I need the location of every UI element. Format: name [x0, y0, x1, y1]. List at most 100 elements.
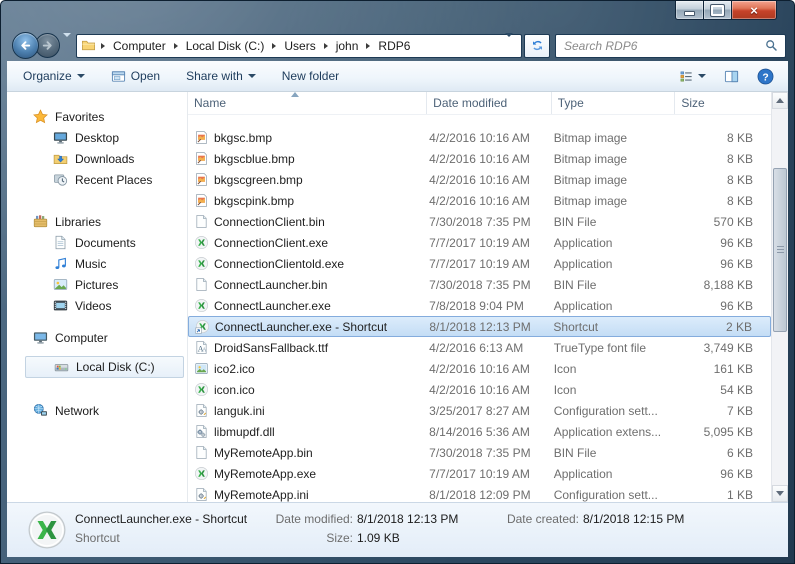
refresh-button[interactable] [524, 34, 550, 58]
back-button[interactable] [12, 32, 39, 59]
shortcut-file-icon [195, 319, 210, 334]
file-name: MyRemoteApp.bin [214, 446, 313, 460]
file-row[interactable]: libmupdf.dll8/14/2016 5:36 AMApplication… [188, 421, 771, 442]
config-file-icon [194, 487, 209, 502]
breadcrumb-item-rdp6[interactable]: RDP6 [375, 37, 413, 55]
sidebar-item-local-disk-c[interactable]: Local Disk (C:) [25, 356, 184, 378]
file-size: 5,095 KB [675, 425, 771, 439]
file-row[interactable]: ConnectLauncher.bin7/30/2018 7:35 PMBIN … [188, 274, 771, 295]
scroll-up-button[interactable] [772, 92, 788, 109]
file-row[interactable]: ConnectionClientold.exe7/7/2017 10:19 AM… [188, 253, 771, 274]
address-dropdown[interactable] [501, 37, 517, 55]
window-content: Organize Open Share with New folder [7, 61, 788, 557]
breadcrumb-item-local-disk-c[interactable]: Local Disk (C:) [183, 37, 268, 55]
preview-pane-button[interactable] [722, 65, 741, 88]
sidebar-item-computer[interactable]: Computer [7, 327, 187, 348]
file-name-cell: ico2.ico [188, 361, 427, 376]
scroll-down-button[interactable] [772, 485, 788, 502]
file-size: 8,188 KB [675, 278, 771, 292]
dll-file-icon [194, 424, 209, 439]
file-row[interactable]: bkgscgreen.bmp4/2/2016 10:16 AMBitmap im… [188, 169, 771, 190]
sidebar-item-network[interactable]: Network [7, 400, 187, 421]
sidebar-item-downloads[interactable]: Downloads [7, 148, 187, 169]
search-input[interactable] [562, 38, 764, 54]
file-row[interactable]: bkgsc.bmp4/2/2016 10:16 AMBitmap image8 … [188, 127, 771, 148]
sidebar-item-videos[interactable]: Videos [7, 295, 187, 316]
new-folder-button[interactable]: New folder [274, 65, 347, 87]
file-size: 2 KB [675, 320, 770, 334]
file-row[interactable]: languk.ini3/25/2017 8:27 AMConfiguration… [188, 400, 771, 421]
sidebar-item-music[interactable]: Music [7, 253, 187, 274]
breadcrumb-item-computer[interactable]: Computer [110, 37, 169, 55]
file-list: Name Date modified Type Size bkgsc.bmp4/… [188, 92, 788, 502]
file-row[interactable]: ico2.ico4/2/2016 10:16 AMIcon161 KB [188, 358, 771, 379]
bin-file-icon [194, 445, 209, 460]
file-name-cell: ConnectLauncher.exe - Shortcut [189, 319, 427, 334]
sidebar-item-pictures[interactable]: Pictures [7, 274, 187, 295]
file-name: ico2.ico [214, 362, 255, 376]
column-header-name[interactable]: Name [188, 92, 427, 114]
column-header-size[interactable]: Size [675, 92, 771, 114]
sidebar-item-recent-places[interactable]: Recent Places [7, 169, 187, 190]
file-row[interactable]: ConnectLauncher.exe7/8/2018 9:04 PMAppli… [188, 295, 771, 316]
file-size: 96 KB [675, 467, 771, 481]
bitmap-file-icon [194, 130, 209, 145]
sidebar-item-label: Desktop [75, 131, 119, 145]
chevron-down-icon [505, 33, 513, 54]
sidebar-item-favorites[interactable]: Favorites [7, 106, 187, 127]
column-headers: Name Date modified Type Size [188, 92, 771, 115]
address-bar[interactable]: Computer Local Disk (C:) Users john RDP6 [76, 34, 522, 58]
downloads-icon [53, 151, 68, 166]
sidebar-item-documents[interactable]: Documents [7, 232, 187, 253]
column-header-type[interactable]: Type [552, 92, 676, 114]
breadcrumb-item-users[interactable]: Users [281, 37, 318, 55]
ico-file-icon [194, 361, 209, 376]
sidebar-item-libraries[interactable]: Libraries [7, 211, 187, 232]
file-row[interactable]: bkgscpink.bmp4/2/2016 10:16 AMBitmap ima… [188, 190, 771, 211]
file-row[interactable]: MyRemoteApp.ini8/1/2018 12:09 PMConfigur… [188, 484, 771, 502]
open-button[interactable]: Open [103, 65, 168, 88]
chevron-down-icon [698, 74, 706, 78]
recent-places-icon [53, 172, 68, 187]
command-toolbar: Organize Open Share with New folder [7, 61, 788, 92]
vertical-scrollbar[interactable] [771, 92, 788, 502]
column-header-date-modified[interactable]: Date modified [427, 92, 552, 114]
file-row[interactable]: MyRemoteApp.exe7/7/2017 10:19 AMApplicat… [188, 463, 771, 484]
close-button[interactable]: × [732, 1, 777, 20]
open-icon [111, 69, 126, 84]
file-name: ConnectionClient.exe [214, 236, 328, 250]
share-with-button[interactable]: Share with [178, 65, 264, 87]
file-row[interactable]: MyRemoteApp.bin7/30/2018 7:35 PMBIN File… [188, 442, 771, 463]
file-row[interactable]: icon.ico4/2/2016 10:16 AMIcon54 KB [188, 379, 771, 400]
file-name-cell: libmupdf.dll [188, 424, 427, 439]
file-type: Bitmap image [552, 194, 676, 208]
scrollbar-thumb[interactable] [773, 168, 787, 332]
file-name-cell: ConnectionClient.bin [188, 214, 427, 229]
breadcrumb-item-john[interactable]: john [333, 37, 362, 55]
file-row[interactable]: ConnectionClient.bin7/30/2018 7:35 PMBIN… [188, 211, 771, 232]
file-row[interactable]: AADroidSansFallback.ttf4/2/2016 6:13 AMT… [188, 337, 771, 358]
organize-label: Organize [23, 69, 72, 83]
file-name: icon.ico [214, 383, 255, 397]
file-date-modified: 4/2/2016 10:16 AM [427, 383, 552, 397]
file-date-modified: 7/7/2017 10:19 AM [427, 257, 552, 271]
file-row[interactable]: bkgscblue.bmp4/2/2016 10:16 AMBitmap ima… [188, 148, 771, 169]
sidebar-item-label: Recent Places [75, 173, 152, 187]
sidebar-item-desktop[interactable]: Desktop [7, 127, 187, 148]
application-file-icon [194, 466, 209, 481]
file-name: libmupdf.dll [214, 425, 275, 439]
file-row[interactable]: ConnectionClient.exe7/7/2017 10:19 AMApp… [188, 232, 771, 253]
file-date-modified: 3/25/2017 8:27 AM [427, 404, 552, 418]
maximize-button[interactable] [704, 1, 732, 20]
help-button[interactable]: ? [755, 64, 776, 89]
change-view-button[interactable] [677, 65, 708, 88]
recent-pages-dropdown[interactable] [63, 37, 71, 55]
file-size: 8 KB [675, 131, 771, 145]
computer-icon [33, 330, 48, 345]
minimize-button[interactable] [675, 1, 704, 20]
explorer-window: × Computer Local Disk (C:) Users john RDP6 O… [0, 0, 795, 564]
organize-button[interactable]: Organize [15, 65, 93, 87]
file-row[interactable]: ConnectLauncher.exe - Shortcut8/1/2018 1… [188, 316, 771, 337]
navigation-pane: Favorites Desktop Downloads Recent Places Li… [7, 92, 187, 502]
file-name: bkgsc.bmp [214, 131, 272, 145]
